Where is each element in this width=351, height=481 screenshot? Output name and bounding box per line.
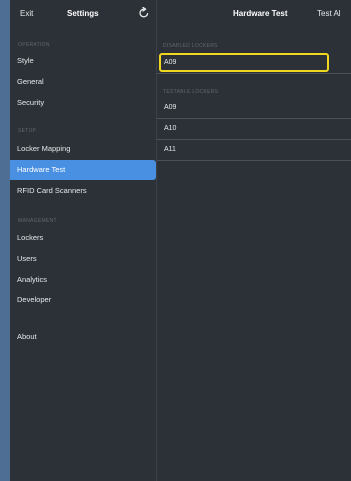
refresh-icon[interactable] <box>138 7 150 19</box>
sidebar-item-rfid-card-scanners[interactable]: RFID Card Scanners <box>10 181 156 201</box>
testable-locker-row-a10[interactable]: A10 <box>157 119 351 139</box>
sidebar-item-lockers[interactable]: Lockers <box>10 228 156 248</box>
section-label-management: MANAGEMENT <box>18 218 57 224</box>
sidebar-item-general[interactable]: General <box>10 72 156 92</box>
sidebar-header: Exit Settings <box>10 0 156 30</box>
row-divider <box>157 73 351 74</box>
section-label-testable-lockers: TESTABLE LOCKERS <box>163 89 219 95</box>
sidebar-item-analytics[interactable]: Analytics <box>10 270 156 290</box>
sidebar-item-security[interactable]: Security <box>10 93 156 113</box>
page-title: Hardware Test <box>233 9 288 18</box>
settings-screen: Exit Settings OPERATION Style General Se… <box>10 0 351 481</box>
main-header: Hardware Test Test Al <box>157 0 351 30</box>
hardware-test-panel: Hardware Test Test Al DISABLED LOCKERS A… <box>156 0 351 481</box>
selection-highlight <box>159 53 329 72</box>
section-label-disabled-lockers: DISABLED LOCKERS <box>163 43 218 49</box>
sidebar-item-about[interactable]: About <box>10 327 156 347</box>
sidebar: Exit Settings OPERATION Style General Se… <box>10 0 156 481</box>
sidebar-item-developer[interactable]: Developer <box>10 290 156 310</box>
sidebar-item-hardware-test[interactable]: Hardware Test <box>10 160 156 180</box>
sidebar-item-style[interactable]: Style <box>10 51 156 71</box>
sidebar-title: Settings <box>67 9 99 18</box>
row-divider <box>157 160 351 161</box>
test-all-button[interactable]: Test Al <box>317 9 341 18</box>
section-label-setup: SETUP <box>18 128 37 134</box>
testable-locker-row-a11[interactable]: A11 <box>157 140 351 160</box>
testable-locker-row-a09[interactable]: A09 <box>157 98 351 118</box>
section-label-operation: OPERATION <box>18 42 50 48</box>
exit-button[interactable]: Exit <box>20 9 33 18</box>
sidebar-item-users[interactable]: Users <box>10 249 156 269</box>
sidebar-item-locker-mapping[interactable]: Locker Mapping <box>10 139 156 159</box>
